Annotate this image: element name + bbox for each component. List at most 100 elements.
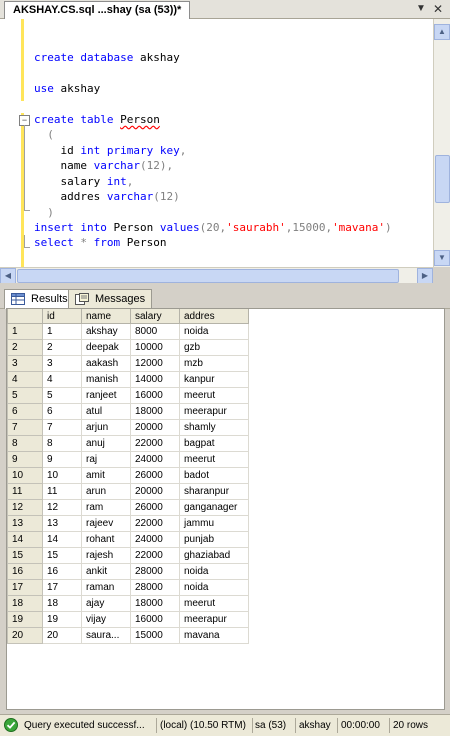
table-cell[interactable]: vijay [81, 611, 131, 628]
code-line[interactable]: create database akshay [34, 50, 180, 65]
table-row[interactable]: 7 7 arjun 20000 shamly [7, 419, 249, 436]
table-cell[interactable]: 22000 [130, 515, 180, 532]
table-cell[interactable]: 16000 [130, 387, 180, 404]
table-cell[interactable]: meerapur [179, 403, 249, 420]
table-cell[interactable]: 17 [42, 579, 82, 596]
table-cell[interactable]: badot [179, 467, 249, 484]
table-cell[interactable]: 7 [42, 419, 82, 436]
row-number[interactable]: 9 [7, 451, 43, 468]
table-cell[interactable]: 1 [42, 323, 82, 340]
table-cell[interactable]: 14 [42, 531, 82, 548]
table-cell[interactable]: ghaziabad [179, 547, 249, 564]
table-cell[interactable]: 24000 [130, 531, 180, 548]
table-cell[interactable]: aakash [81, 355, 131, 372]
row-number[interactable]: 16 [7, 563, 43, 580]
row-number[interactable]: 8 [7, 435, 43, 452]
close-icon[interactable]: ✕ [431, 2, 445, 16]
table-cell[interactable]: 11 [42, 483, 82, 500]
table-cell[interactable]: 10000 [130, 339, 180, 356]
table-cell[interactable]: 14000 [130, 371, 180, 388]
table-row[interactable]: 17 17 raman 28000 noida [7, 579, 249, 596]
table-cell[interactable]: 22000 [130, 547, 180, 564]
row-number[interactable]: 18 [7, 595, 43, 612]
scroll-thumb[interactable] [17, 269, 399, 283]
row-number[interactable]: 15 [7, 547, 43, 564]
table-cell[interactable]: punjab [179, 531, 249, 548]
table-cell[interactable]: meerut [179, 387, 249, 404]
table-cell[interactable]: 12 [42, 499, 82, 516]
table-cell[interactable]: 15 [42, 547, 82, 564]
table-cell[interactable]: 18000 [130, 403, 180, 420]
table-cell[interactable]: ankit [81, 563, 131, 580]
table-cell[interactable]: 18000 [130, 595, 180, 612]
table-row[interactable]: 9 9 raj 24000 meerut [7, 451, 249, 468]
table-cell[interactable]: gzb [179, 339, 249, 356]
row-number[interactable]: 19 [7, 611, 43, 628]
table-cell[interactable]: manish [81, 371, 131, 388]
table-row[interactable]: 14 14 rohant 24000 punjab [7, 531, 249, 548]
table-cell[interactable]: ram [81, 499, 131, 516]
table-cell[interactable]: mzb [179, 355, 249, 372]
table-cell[interactable]: rajesh [81, 547, 131, 564]
scroll-thumb[interactable] [435, 155, 450, 203]
table-row[interactable]: 11 11 arun 20000 sharanpur [7, 483, 249, 500]
table-row[interactable]: 1 1 akshay 8000 noida [7, 323, 249, 340]
table-cell[interactable]: 18 [42, 595, 82, 612]
table-row[interactable]: 12 12 ram 26000 ganganager [7, 499, 249, 516]
code-line[interactable]: ( [34, 127, 54, 142]
table-cell[interactable]: 4 [42, 371, 82, 388]
row-number[interactable]: 20 [7, 627, 43, 644]
column-header[interactable]: id [42, 309, 82, 324]
table-cell[interactable]: mavana [179, 627, 249, 644]
table-cell[interactable]: deepak [81, 339, 131, 356]
column-header[interactable]: salary [130, 309, 180, 324]
scroll-down-icon[interactable]: ▼ [434, 250, 450, 266]
code-line[interactable]: id int primary key, [34, 143, 186, 158]
table-row[interactable]: 13 13 rajeev 22000 jammu [7, 515, 249, 532]
table-cell[interactable]: rohant [81, 531, 131, 548]
table-cell[interactable]: 6 [42, 403, 82, 420]
tab-messages[interactable]: Messages [68, 289, 153, 308]
table-row[interactable]: 19 19 vijay 16000 meerapur [7, 611, 249, 628]
row-number[interactable]: 2 [7, 339, 43, 356]
row-number[interactable]: 1 [7, 323, 43, 340]
table-cell[interactable]: meerut [179, 451, 249, 468]
table-cell[interactable]: 15000 [130, 627, 180, 644]
code-line[interactable]: ) [34, 205, 54, 220]
table-cell[interactable]: 28000 [130, 563, 180, 580]
scroll-left-icon[interactable]: ◀ [0, 268, 16, 284]
table-cell[interactable]: arun [81, 483, 131, 500]
scroll-right-icon[interactable]: ▶ [417, 268, 433, 284]
scroll-up-icon[interactable]: ▲ [434, 24, 450, 40]
table-cell[interactable]: 13 [42, 515, 82, 532]
table-cell[interactable]: 20 [42, 627, 82, 644]
results-grid[interactable]: id name salary addres 1 1 akshay 8000 noida 2 2 de… [6, 308, 445, 710]
table-cell[interactable]: meerapur [179, 611, 249, 628]
table-cell[interactable]: 10 [42, 467, 82, 484]
column-header[interactable]: name [81, 309, 131, 324]
table-row[interactable]: 4 4 manish 14000 kanpur [7, 371, 249, 388]
table-row[interactable]: 8 8 anuj 22000 bagpat [7, 435, 249, 452]
table-row[interactable]: 5 5 ranjeet 16000 meerut [7, 387, 249, 404]
table-cell[interactable]: kanpur [179, 371, 249, 388]
table-cell[interactable]: 16 [42, 563, 82, 580]
table-cell[interactable]: akshay [81, 323, 131, 340]
table-cell[interactable]: raman [81, 579, 131, 596]
table-row[interactable]: 20 20 saura... 15000 mavana [7, 627, 249, 644]
table-cell[interactable]: 20000 [130, 483, 180, 500]
table-cell[interactable]: 20000 [130, 419, 180, 436]
table-cell[interactable]: noida [179, 323, 249, 340]
table-cell[interactable]: noida [179, 579, 249, 596]
table-cell[interactable]: ranjeet [81, 387, 131, 404]
table-cell[interactable]: meerut [179, 595, 249, 612]
code-line[interactable]: select * from Person [34, 235, 166, 250]
table-cell[interactable]: 5 [42, 387, 82, 404]
table-cell[interactable]: atul [81, 403, 131, 420]
table-row[interactable]: 15 15 rajesh 22000 ghaziabad [7, 547, 249, 564]
table-cell[interactable]: noida [179, 563, 249, 580]
table-cell[interactable]: 9 [42, 451, 82, 468]
table-cell[interactable]: 28000 [130, 579, 180, 596]
tab-results[interactable]: Results [4, 289, 75, 309]
table-row[interactable]: 16 16 ankit 28000 noida [7, 563, 249, 580]
table-cell[interactable]: sharanpur [179, 483, 249, 500]
